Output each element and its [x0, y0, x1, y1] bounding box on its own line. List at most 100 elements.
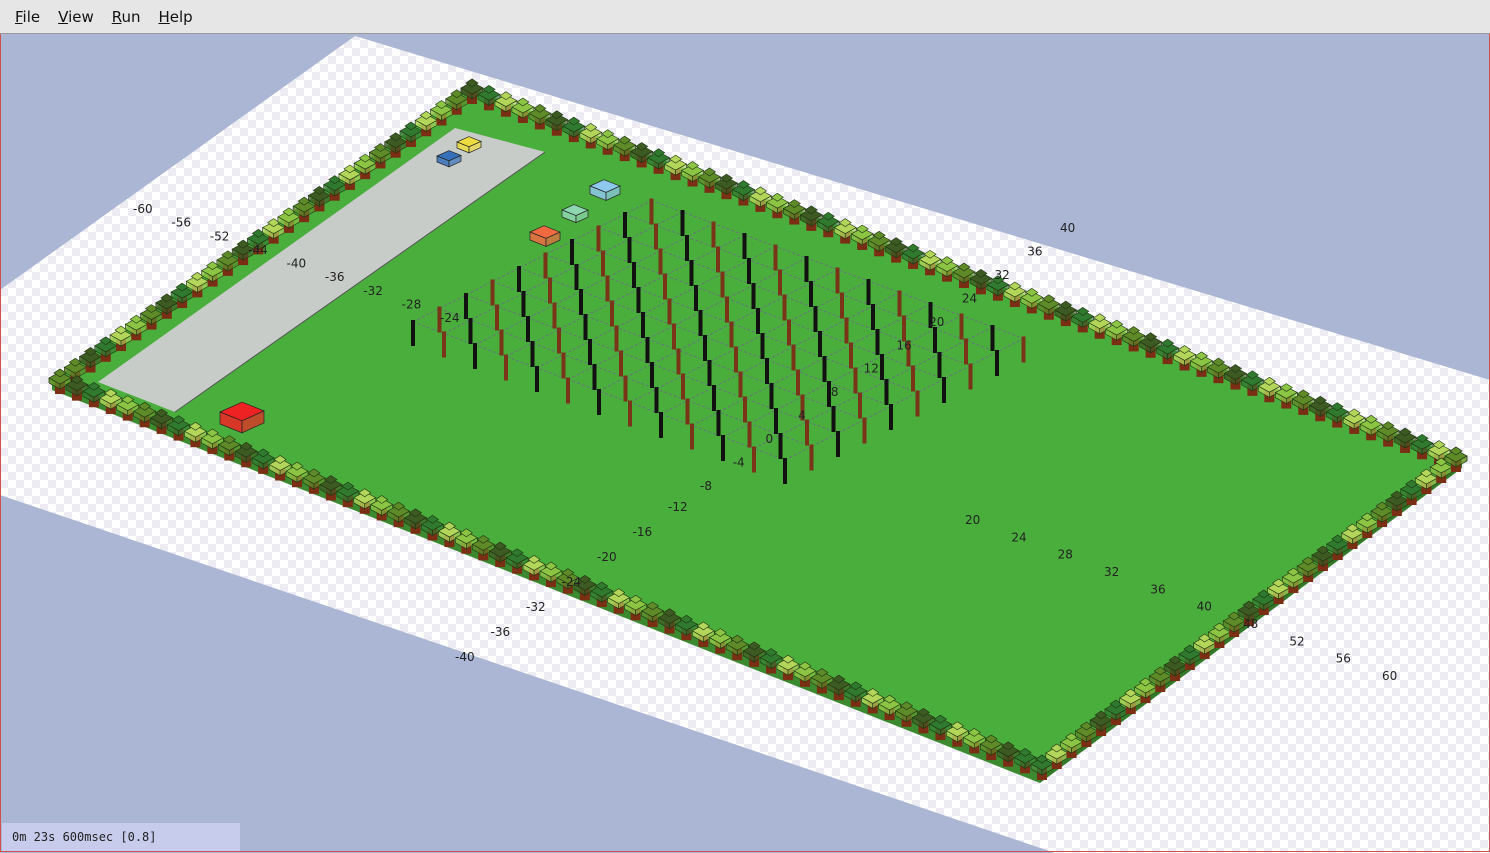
trellis-post — [579, 289, 583, 315]
axis-tick-label: -24 — [562, 575, 582, 589]
axis-tick-label: 60 — [1382, 669, 1397, 683]
menu-bar: File View Run Help — [0, 0, 1490, 34]
trellis-post — [694, 285, 698, 311]
trellis-post — [778, 433, 783, 459]
trellis-post — [464, 293, 468, 319]
trellis-post — [791, 344, 796, 371]
menu-run[interactable]: Run — [103, 8, 150, 26]
trellis-post — [473, 343, 477, 369]
trellis-post — [809, 281, 813, 307]
trellis-post — [504, 354, 508, 381]
trellis-post — [721, 435, 725, 461]
axis-tick-label: -44 — [248, 243, 268, 257]
trellis-post — [743, 396, 747, 423]
simulation-viewport[interactable]: -60-56-52-44-40-36-32-28-244036322420161… — [0, 34, 1490, 853]
trellis-post — [583, 314, 588, 340]
trellis-post — [875, 329, 880, 355]
trellis-post — [711, 221, 716, 248]
trellis-post — [862, 417, 867, 444]
trellis-post — [495, 304, 499, 331]
trellis-post — [411, 320, 415, 346]
trellis-post — [760, 333, 765, 359]
axis-tick-label: 48 — [1243, 617, 1258, 631]
trellis-post — [836, 431, 840, 457]
trellis-post — [588, 339, 592, 365]
trellis-post — [685, 235, 689, 261]
axis-tick-label: 36 — [1150, 582, 1165, 596]
axis-tick-label: 16 — [896, 338, 911, 352]
axis-tick-label: -28 — [402, 297, 422, 311]
trellis-post — [840, 292, 844, 319]
trellis-post — [844, 317, 849, 344]
trellis-post — [756, 308, 760, 334]
trellis-post — [517, 266, 521, 292]
axis-tick-label: -40 — [455, 650, 475, 664]
trellis-post — [468, 318, 473, 344]
trellis-post — [778, 269, 782, 296]
menu-view[interactable]: View — [49, 8, 103, 26]
trellis-post — [680, 210, 685, 236]
axis-tick-label: 20 — [965, 513, 980, 527]
axis-tick-label: 24 — [962, 291, 977, 305]
axis-tick-label: 36 — [1027, 244, 1042, 258]
trellis-post — [911, 365, 915, 392]
trellis-post — [809, 444, 814, 471]
axis-tick-label: 56 — [1336, 652, 1351, 666]
trellis-post — [849, 342, 853, 369]
axis-tick-label: -4 — [733, 456, 745, 470]
trellis-post — [774, 408, 778, 434]
trellis-post — [880, 354, 884, 380]
trellis-post — [889, 404, 893, 430]
menu-file[interactable]: File — [6, 8, 49, 26]
trellis-post — [628, 400, 632, 427]
trellis-post — [623, 212, 627, 238]
axis-tick-label: 8 — [831, 385, 839, 399]
trellis-post — [592, 364, 597, 390]
simulation-time: 0m 23s 600msec [0.8] — [12, 830, 157, 844]
trellis-post — [915, 390, 920, 417]
trellis-post — [672, 323, 676, 350]
trellis-post — [676, 348, 681, 375]
trellis-post — [747, 258, 751, 284]
trellis-post — [548, 277, 552, 304]
trellis-post — [690, 423, 694, 450]
trellis-post — [959, 313, 964, 340]
trellis-post — [663, 273, 667, 300]
trellis-post — [530, 341, 535, 367]
trellis-post — [619, 350, 623, 377]
axis-tick-label: -36 — [491, 625, 511, 639]
axis-tick-label: -8 — [700, 479, 712, 493]
axis-tick-label: 20 — [929, 315, 944, 329]
status-bar: 0m 23s 600msec [0.8] — [2, 823, 240, 851]
axis-tick-label: -36 — [325, 270, 345, 284]
menu-help[interactable]: Help — [150, 8, 202, 26]
trellis-post — [649, 198, 654, 225]
trellis-post — [499, 329, 504, 356]
trellis-post — [751, 283, 756, 309]
trellis-post — [698, 310, 703, 336]
axis-tick-label: 32 — [995, 268, 1010, 282]
trellis-post — [614, 325, 619, 352]
axis-tick-label: 32 — [1104, 565, 1119, 579]
trellis-post — [853, 367, 858, 394]
trellis-post — [636, 287, 641, 313]
trellis-post — [773, 244, 778, 271]
trellis-post — [557, 327, 561, 354]
trellis-post — [937, 352, 942, 378]
axis-tick-label: -56 — [171, 216, 191, 230]
trellis-post — [804, 256, 809, 282]
trellis-post — [1021, 336, 1026, 363]
trellis-post — [871, 304, 875, 330]
trellis-post — [942, 377, 946, 403]
trellis-post — [574, 264, 579, 290]
trellis-post — [716, 410, 721, 436]
trellis-post — [596, 225, 601, 252]
trellis-post — [835, 267, 840, 294]
trellis-post — [866, 279, 871, 305]
axis-tick-label: -20 — [597, 550, 617, 564]
trellis-post — [623, 375, 628, 402]
trellis-post — [822, 356, 827, 382]
trellis-post — [561, 352, 566, 379]
trellis-post — [597, 389, 601, 415]
trellis-post — [605, 275, 610, 302]
